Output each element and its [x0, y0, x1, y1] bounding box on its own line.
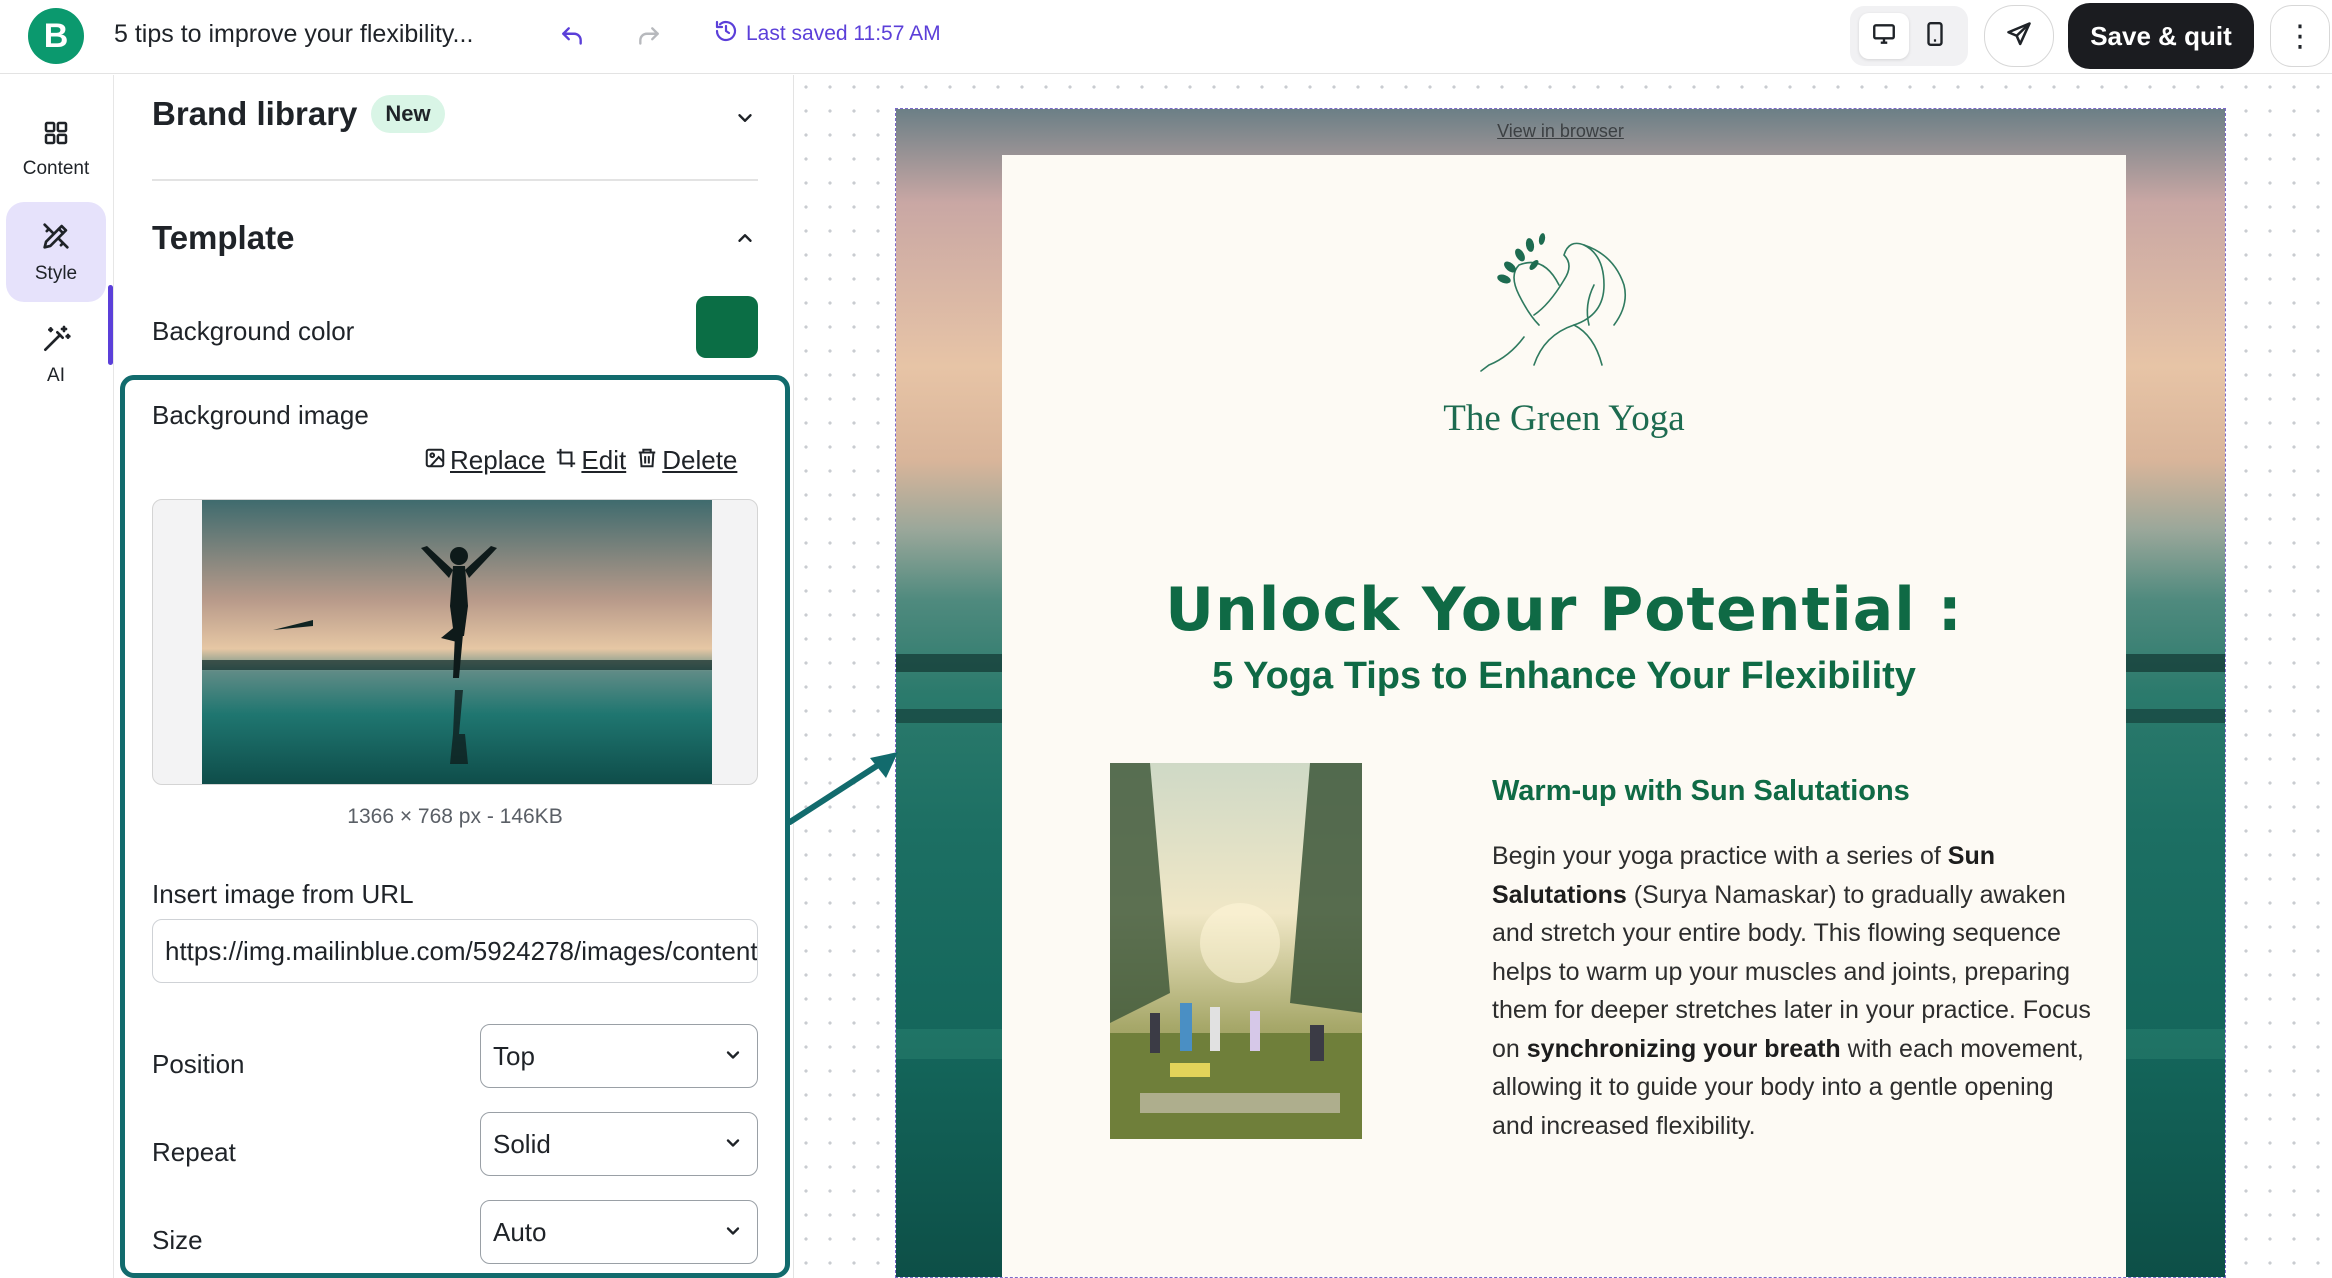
repeat-select[interactable]: Solid	[480, 1112, 758, 1176]
section-divider	[152, 179, 758, 181]
grid-icon	[41, 118, 71, 154]
redo-icon[interactable]	[630, 18, 668, 56]
brand-name: The Green Yoga	[1443, 398, 1685, 439]
yoga-silhouette-thumbnail	[202, 500, 712, 784]
position-value: Top	[493, 1040, 535, 1071]
size-value: Auto	[493, 1216, 547, 1247]
left-icon-rail: Content Style AI	[0, 75, 114, 1278]
brand-library-title: Brand library	[152, 95, 358, 132]
position-label: Position	[152, 1049, 245, 1079]
undo-icon[interactable]	[553, 18, 591, 56]
position-select[interactable]: Top	[480, 1024, 758, 1088]
image-dimensions: 1366 × 768 px - 146KB	[347, 805, 563, 828]
edit-label: Edit	[581, 445, 627, 475]
trash-icon	[636, 445, 658, 476]
yoga-class-photo[interactable]	[1110, 763, 1362, 1139]
editor-canvas: View in browser The Green Yoga Unlock Yo…	[793, 75, 2332, 1278]
chevron-down-icon	[723, 1217, 743, 1248]
email-subheadline: 5 Yoga Tips to Enhance Your Flexibility	[1212, 655, 1916, 697]
save-and-quit-button[interactable]: Save & quit	[2068, 3, 2254, 69]
delete-label: Delete	[662, 445, 738, 475]
rail-item-content[interactable]: Content	[6, 99, 106, 199]
chevron-down-icon	[723, 1041, 743, 1072]
send-test-button[interactable]	[1984, 5, 2054, 67]
insert-url-label: Insert image from URL	[152, 879, 414, 909]
email-background[interactable]: View in browser The Green Yoga Unlock Yo…	[895, 108, 2226, 1278]
document-title[interactable]: 5 tips to improve your flexibility...	[114, 20, 473, 49]
image-icon	[424, 445, 446, 476]
background-image-preview[interactable]	[152, 499, 758, 785]
email-content-card[interactable]: The Green Yoga Unlock Your Potential : 5…	[1002, 155, 2126, 1277]
body-text-part: Begin your yoga practice with a series o…	[1492, 842, 1948, 870]
email-headline: Unlock Your Potential :	[1165, 575, 1963, 645]
green-yoga-logo-icon	[1480, 233, 1627, 372]
repeat-label: Repeat	[152, 1137, 236, 1167]
brevo-logo[interactable]: B	[28, 8, 84, 64]
chevron-up-icon[interactable]	[730, 223, 760, 253]
replace-image-button[interactable]: Replace	[424, 445, 545, 476]
magic-wand-icon	[40, 323, 72, 361]
section-body-text: Begin your yoga practice with a series o…	[1492, 837, 2102, 1145]
view-in-browser-link[interactable]: View in browser	[896, 121, 2225, 142]
image-url-input[interactable]: https://img.mailinblue.com/5924278/image…	[152, 919, 758, 983]
body-bold-synchronizing: synchronizing your breath	[1526, 1034, 1841, 1063]
image-actions: Replace Edit Delete	[424, 445, 737, 476]
new-badge: New	[371, 95, 445, 133]
chevron-down-icon[interactable]	[730, 103, 760, 133]
vertical-dots-icon: ⋮	[2285, 19, 2315, 53]
rail-item-ai[interactable]: AI	[6, 305, 106, 405]
background-color-label: Background color	[152, 316, 355, 346]
background-color-swatch[interactable]	[696, 296, 758, 358]
style-settings-panel: Brand library New Template Background co…	[118, 75, 792, 1278]
background-image-label: Background image	[152, 400, 369, 430]
section-title: Warm-up with Sun Salutations	[1492, 775, 1910, 807]
last-saved-text: Last saved 11:57 AM	[746, 22, 941, 45]
desktop-icon	[1871, 21, 1897, 52]
pen-ruler-icon	[39, 219, 73, 259]
history-icon	[714, 19, 738, 49]
size-select[interactable]: Auto	[480, 1200, 758, 1264]
paper-plane-icon	[2005, 20, 2033, 53]
template-title: Template	[152, 219, 295, 256]
edit-image-button[interactable]: Edit	[555, 445, 626, 476]
size-label: Size	[152, 1225, 203, 1255]
last-saved-status[interactable]: Last saved 11:57 AM	[714, 19, 941, 49]
replace-label: Replace	[450, 445, 546, 475]
yoga-group-image	[1110, 763, 1362, 1139]
rail-label-style: Style	[34, 263, 78, 284]
top-bar: B 5 tips to improve your flexibility... …	[0, 0, 2332, 74]
rail-label-content: Content	[22, 158, 90, 179]
repeat-value: Solid	[493, 1128, 551, 1159]
delete-image-button[interactable]: Delete	[636, 445, 737, 476]
device-toggle	[1850, 6, 1968, 66]
more-options-button[interactable]: ⋮	[2270, 5, 2330, 67]
crop-icon	[555, 445, 577, 476]
rail-item-style[interactable]: Style	[6, 202, 106, 302]
rail-label-ai: AI	[47, 365, 65, 386]
desktop-view-button[interactable]	[1858, 13, 1909, 59]
template-header[interactable]: Template	[152, 219, 294, 257]
brand-library-header[interactable]: Brand library New	[152, 95, 445, 133]
mobile-icon	[1924, 21, 1946, 52]
connector-arrow	[787, 752, 898, 825]
chevron-down-icon	[723, 1129, 743, 1160]
active-rail-indicator	[108, 285, 113, 365]
mobile-view-button[interactable]	[1910, 13, 1960, 59]
